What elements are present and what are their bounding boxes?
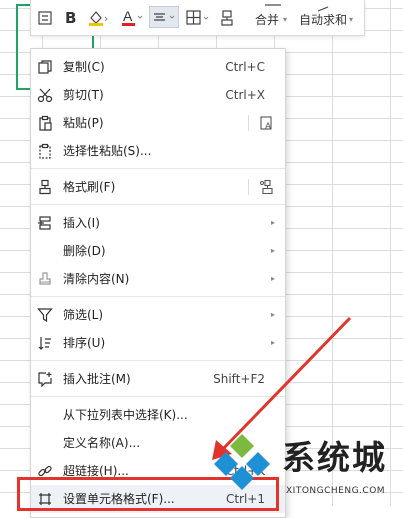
fill-color-icon[interactable] (87, 9, 109, 31)
submenu-arrow-icon: ▸ (270, 246, 275, 255)
wrap-text-icon[interactable] (37, 10, 53, 30)
menu-item-pick-from-list[interactable]: 从下拉列表中选择(K)... (31, 401, 285, 429)
format-painter-lock-icon[interactable] (259, 179, 275, 195)
watermark-logo-icon (214, 434, 270, 490)
menu-item-label: 格式刷(F) (63, 180, 116, 194)
menu-item-label: 插入(I) (63, 216, 100, 230)
border-icon[interactable] (185, 9, 211, 31)
menu-item-label: 插入批注(M) (63, 372, 131, 386)
filter-icon (37, 307, 53, 323)
insert-icon (37, 215, 53, 231)
menu-item-label: 复制(C) (63, 60, 105, 74)
menu-separator (31, 296, 285, 297)
font-color-icon[interactable]: A (121, 8, 145, 32)
sort-icon (37, 335, 53, 351)
paste-options-icon[interactable]: A (259, 115, 275, 131)
watermark-text: 系统城 (282, 438, 387, 477)
align-center-icon[interactable] (149, 6, 179, 28)
menu-separator (31, 168, 285, 169)
merge-dropdown-icon[interactable]: ▾ (283, 11, 287, 29)
submenu-arrow-icon: ▸ (270, 218, 275, 227)
menu-item-label: 清除内容(N) (63, 272, 130, 286)
watermark-url: XITONGCHENG.COM (286, 486, 386, 496)
svg-text:A: A (265, 121, 271, 131)
submenu-arrow-icon: ▸ (270, 274, 275, 283)
menu-separator (31, 360, 285, 361)
menu-item-label: 从下拉列表中选择(K)... (63, 408, 188, 422)
menu-item-paste[interactable]: 粘贴(P) A (31, 109, 285, 137)
menu-item-paste-special[interactable]: 选择性粘贴(S)... (31, 137, 285, 165)
format-painter-icon[interactable] (219, 9, 235, 31)
autosum-button[interactable]: 自动求和 (299, 11, 347, 29)
menu-item-divider (248, 179, 249, 195)
menu-item-shortcut: Shift+F2 (213, 372, 265, 386)
autosum-dropdown-icon[interactable]: ▾ (349, 11, 353, 29)
menu-item-cut[interactable]: 剪切(T) Ctrl+X (31, 81, 285, 109)
menu-item-label: 选择性粘贴(S)... (63, 144, 152, 158)
bold-button[interactable]: B (65, 9, 76, 27)
menu-item-label: 删除(D) (63, 244, 106, 258)
menu-item-label: 定义名称(A)... (63, 436, 141, 450)
menu-item-label: 粘贴(P) (63, 116, 104, 130)
menu-item-filter[interactable]: 筛选(L) ▸ (31, 301, 285, 329)
menu-item-clear-contents[interactable]: 清除内容(N) ▸ (31, 265, 285, 293)
mini-toolbar: B A 合并 ▾ 自动求和 ▾ (30, 0, 365, 36)
menu-item-copy[interactable]: 复制(C) Ctrl+C (31, 53, 285, 81)
paste-icon (37, 115, 53, 131)
menu-item-shortcut: Ctrl+C (225, 60, 265, 74)
svg-text:A: A (123, 8, 133, 24)
copy-icon (37, 59, 53, 75)
submenu-arrow-icon: ▸ (270, 338, 275, 347)
menu-separator (31, 204, 285, 205)
menu-separator (31, 396, 285, 397)
menu-item-delete[interactable]: 删除(D) ▸ (31, 237, 285, 265)
menu-item-divider (248, 115, 249, 131)
menu-item-insert-comment[interactable]: 插入批注(M) Shift+F2 (31, 365, 285, 393)
menu-item-shortcut: Ctrl+X (225, 88, 265, 102)
menu-item-format-painter[interactable]: 格式刷(F) (31, 173, 285, 201)
paste-special-icon (37, 143, 53, 159)
menu-item-label: 排序(U) (63, 336, 106, 350)
comment-icon (37, 371, 53, 388)
menu-item-insert[interactable]: 插入(I) ▸ (31, 209, 285, 237)
menu-item-sort[interactable]: 排序(U) ▸ (31, 329, 285, 357)
menu-item-label: 剪切(T) (63, 88, 104, 102)
eraser-icon (37, 271, 53, 287)
scissors-icon (37, 87, 53, 103)
merge-button[interactable]: 合并 (255, 11, 279, 29)
format-painter-icon (37, 179, 53, 195)
submenu-arrow-icon: ▸ (270, 310, 275, 319)
menu-item-label: 筛选(L) (63, 308, 104, 322)
